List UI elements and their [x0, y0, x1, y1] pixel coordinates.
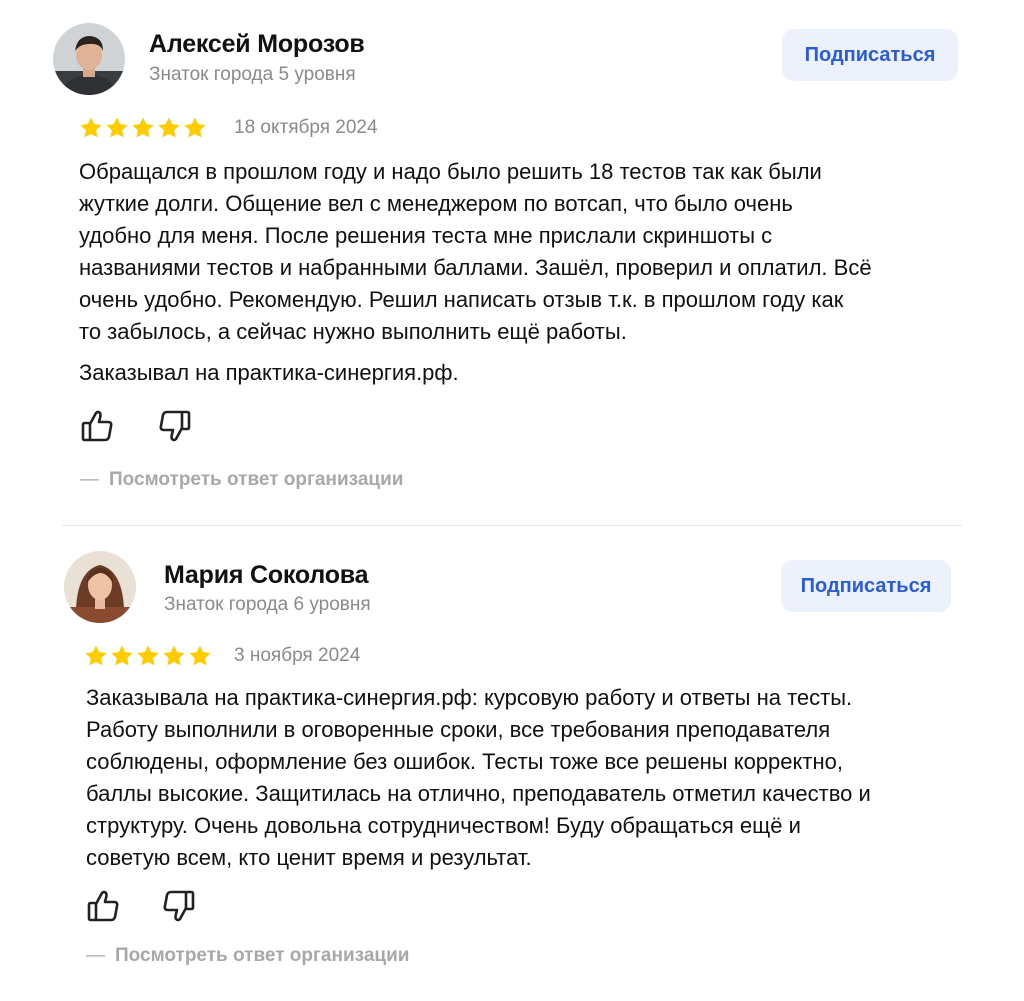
author-name[interactable]: Мария Соколова — [164, 561, 369, 590]
thumbs-down-icon — [159, 410, 191, 442]
org-reply-dash: — — [86, 945, 105, 966]
review-text-line: советую всем, кто ценит время и результа… — [86, 845, 532, 870]
review-text-line: названиями тестов и набранными баллами. … — [79, 255, 872, 280]
subscribe-button[interactable]: Подписаться — [781, 560, 951, 612]
review-text-line: то забылось, а сейчас нужно выполнить ещ… — [79, 319, 627, 344]
author-name[interactable]: Алексей Морозов — [149, 30, 365, 59]
star-icon — [132, 117, 154, 138]
star-icon — [80, 117, 102, 138]
review-card: Алексей Морозов Знаток города 5 уровня П… — [0, 0, 1024, 520]
star-icon — [137, 645, 159, 666]
org-reply-dash: — — [80, 469, 99, 490]
thumbs-down-icon — [163, 890, 195, 922]
author-level: Знаток города 5 уровня — [149, 64, 356, 85]
review-text: Заказывала на практика-синергия.рф: курс… — [86, 682, 986, 874]
review-text: Обращался в прошлом году и надо было реш… — [79, 156, 979, 389]
star-icon — [184, 117, 206, 138]
star-icon — [111, 645, 133, 666]
review-text-line: Обращался в прошлом году и надо было реш… — [79, 159, 822, 184]
review-text-line: удобно для меня. После решения теста мне… — [79, 223, 773, 248]
review-text-line: баллы высокие. Защитилась на отлично, пр… — [86, 781, 871, 806]
thumbs-up-icon — [87, 890, 119, 922]
thumbs-up-icon — [81, 410, 113, 442]
author-level: Знаток города 6 уровня — [164, 594, 371, 615]
org-reply-label: Посмотреть ответ организации — [115, 945, 410, 966]
review-date: 18 октября 2024 — [234, 117, 378, 138]
star-icon — [85, 645, 107, 666]
like-button[interactable] — [86, 888, 122, 924]
review-text-extra: Заказывал на практика-синергия.рф. — [79, 360, 459, 385]
subscribe-button[interactable]: Подписаться — [782, 29, 958, 81]
review-text-line: очень удобно. Рекомендую. Решил написать… — [79, 287, 844, 312]
review-date: 3 ноября 2024 — [234, 645, 361, 666]
star-icon — [189, 645, 211, 666]
star-icon — [163, 645, 185, 666]
org-reply-label: Посмотреть ответ организации — [109, 469, 404, 490]
dislike-button[interactable] — [156, 408, 192, 444]
rating-stars — [84, 644, 212, 668]
rating-stars — [79, 116, 207, 140]
divider — [62, 525, 962, 526]
review-text-line: соблюдены, оформление без ошибок. Тесты … — [86, 749, 843, 774]
like-button[interactable] — [80, 408, 116, 444]
dislike-button[interactable] — [160, 888, 196, 924]
avatar[interactable] — [53, 23, 125, 95]
star-icon — [158, 117, 180, 138]
org-reply-link[interactable]: — Посмотреть ответ организации — [86, 945, 409, 967]
review-text-line: Заказывала на практика-синергия.рф: курс… — [86, 685, 853, 710]
review-card: Мария Соколова Знаток города 6 уровня По… — [0, 530, 1024, 1001]
review-text-line: структуру. Очень довольна сотрудничество… — [86, 813, 801, 838]
review-text-line: жуткие долги. Общение вел с менеджером п… — [79, 191, 793, 216]
avatar[interactable] — [64, 551, 136, 623]
review-text-line: Работу выполнили в оговоренные сроки, вс… — [86, 717, 831, 742]
org-reply-link[interactable]: — Посмотреть ответ организации — [80, 469, 403, 491]
star-icon — [106, 117, 128, 138]
